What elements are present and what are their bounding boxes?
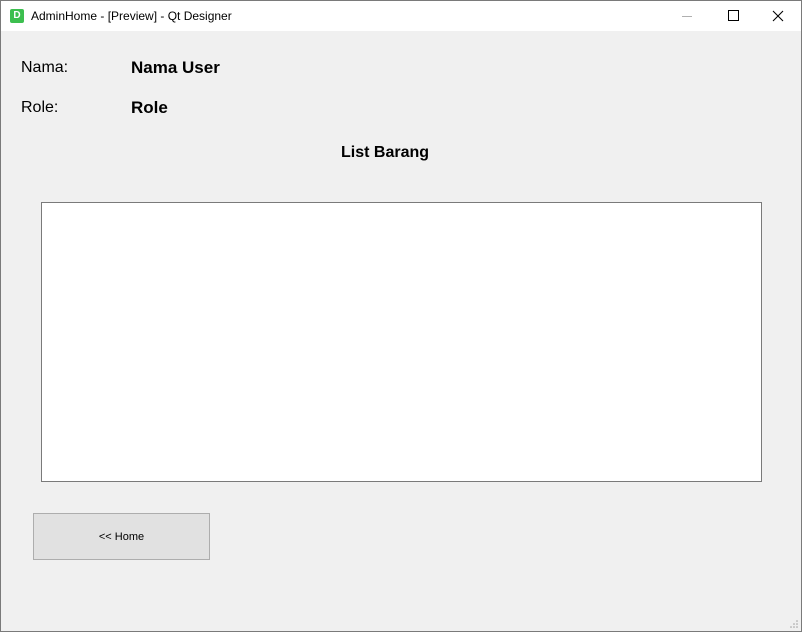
role-label: Role: (21, 99, 59, 116)
maximize-icon (728, 10, 739, 21)
resize-grip-icon[interactable] (789, 619, 799, 629)
minimize-icon (682, 16, 692, 17)
close-button[interactable] (755, 1, 801, 31)
nama-user-value: Nama User (131, 58, 220, 77)
main-window: D AdminHome - [Preview] - Qt Designer Na… (0, 0, 802, 632)
list-barang-title: List Barang (341, 144, 430, 161)
close-icon (772, 10, 784, 22)
maximize-button[interactable] (710, 1, 756, 31)
window-title: AdminHome - [Preview] - Qt Designer (31, 9, 232, 23)
minimize-button[interactable] (664, 1, 710, 31)
role-value: Role (131, 98, 168, 117)
home-button[interactable]: << Home (33, 513, 210, 560)
nama-label: Nama: (21, 59, 69, 76)
title-bar[interactable]: D AdminHome - [Preview] - Qt Designer (1, 1, 801, 31)
list-barang-widget[interactable] (41, 202, 762, 482)
qt-designer-app-icon: D (10, 9, 24, 23)
